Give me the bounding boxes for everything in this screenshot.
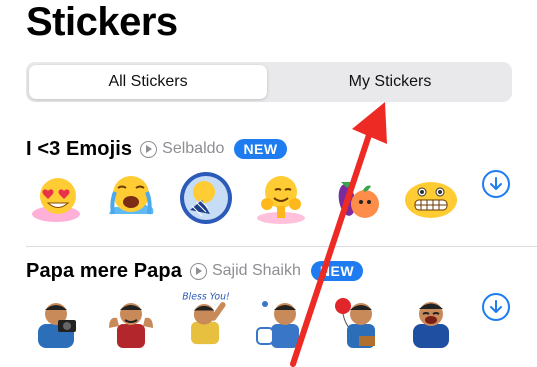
arrow-down-circle-icon — [490, 300, 502, 313]
download-pack-button[interactable] — [482, 293, 510, 321]
arrow-down-circle-icon — [490, 177, 502, 190]
new-badge: NEW — [234, 139, 287, 159]
pack-name: I <3 Emojis — [26, 137, 133, 160]
pack-header-papa-mere-papa[interactable]: Papa mere Papa Sajid Shaikh NEW — [26, 258, 364, 284]
sticker-caption: Bless You! — [182, 291, 229, 302]
play-icon[interactable] — [189, 262, 207, 280]
pack-name: Papa mere Papa — [26, 259, 182, 282]
download-pack-button[interactable] — [482, 170, 510, 198]
hugging-emoji-sticker[interactable] — [253, 170, 309, 226]
papa-baby-sticker[interactable] — [253, 294, 309, 350]
pack-author: Sajid Shaikh — [211, 262, 301, 279]
my-stickers-tab[interactable]: My Stickers — [271, 65, 509, 99]
papa-bless-you-sticker[interactable]: Bless You! — [178, 290, 234, 346]
play-icon[interactable] — [140, 140, 158, 158]
papa-camera-sticker[interactable] — [28, 294, 84, 350]
new-badge: NEW — [310, 261, 364, 281]
pack-header-i-love-emojis[interactable]: I <3 Emojis Selbaldo NEW — [26, 136, 287, 162]
papa-balloon-sticker[interactable] — [329, 294, 385, 350]
tennis-emoji-sticker[interactable] — [178, 170, 234, 226]
page-title: Stickers — [26, 0, 178, 44]
papa-flexing-sticker[interactable] — [103, 294, 159, 350]
pack-author: Selbaldo — [162, 140, 225, 157]
eggplant-peach-sticker[interactable] — [329, 170, 385, 226]
crying-emoji-sticker[interactable] — [103, 170, 159, 226]
grimacing-emoji-sticker[interactable] — [403, 170, 459, 226]
papa-laughing-sticker[interactable] — [403, 294, 459, 350]
all-stickers-tab[interactable]: All Stickers — [29, 65, 267, 99]
section-divider — [26, 246, 537, 247]
heart-eyes-emoji-sticker[interactable] — [28, 170, 84, 226]
stickers-segmented-control: All Stickers My Stickers — [26, 62, 512, 102]
